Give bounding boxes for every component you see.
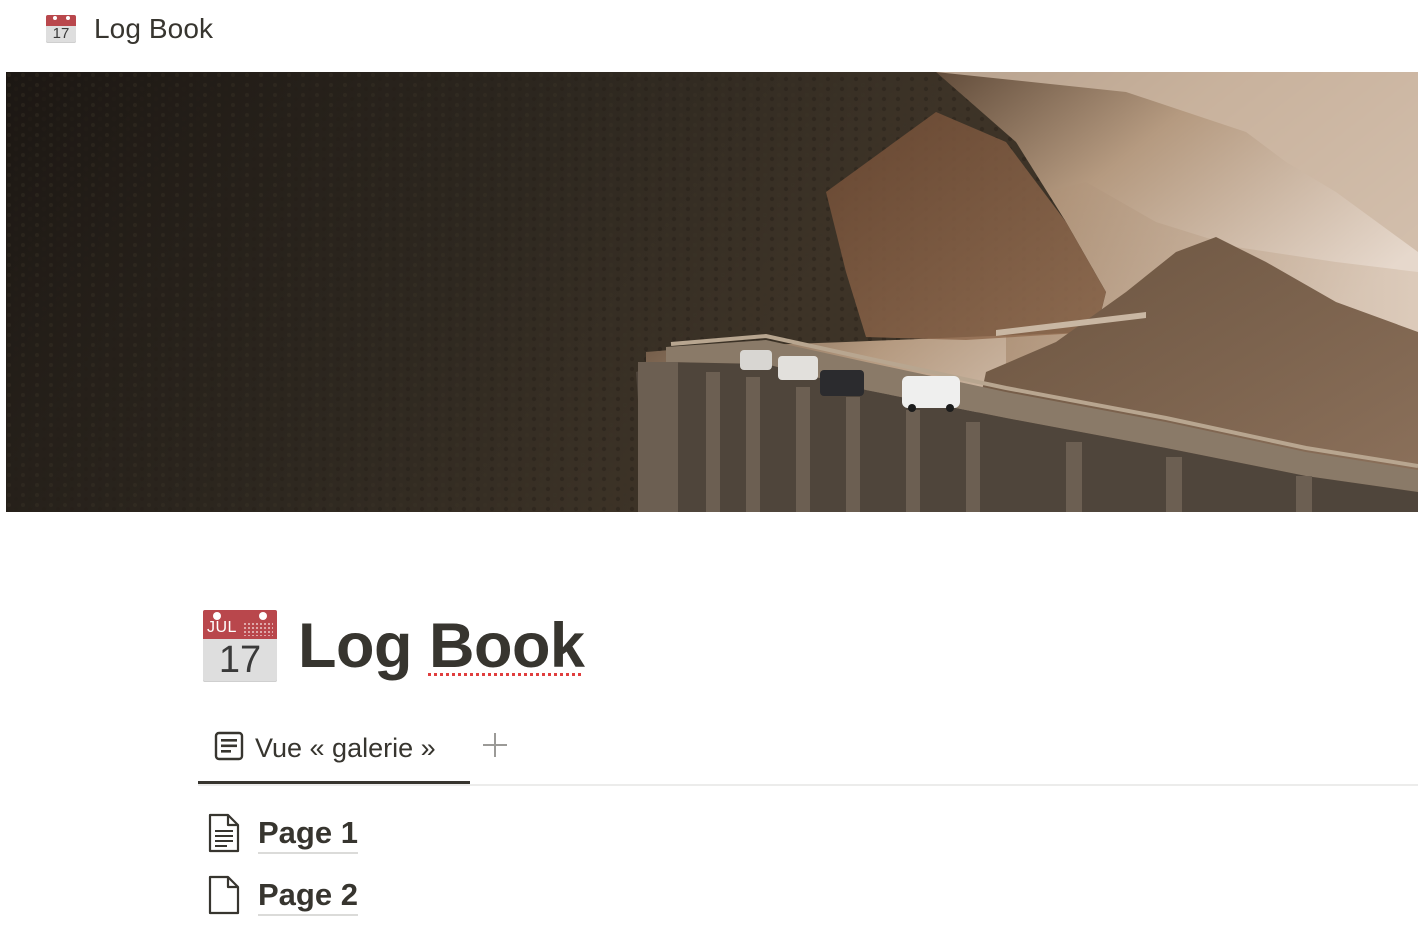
document-blank-icon — [207, 875, 241, 920]
calendar-icon[interactable]: JUL 17 — [203, 610, 277, 682]
page-title[interactable]: Log Book — [298, 610, 585, 682]
calendar-icon-day: 17 — [218, 639, 262, 681]
page-header: JUL 17 Log Book — [203, 610, 585, 682]
page-title-word-1: Log — [298, 611, 412, 681]
list-item[interactable]: Page 2 — [198, 867, 798, 929]
gallery-view-icon — [214, 731, 244, 766]
list-item-label[interactable]: Page 1 — [258, 815, 358, 854]
tab-label: Vue « galerie » — [255, 733, 436, 763]
calendar-icon-day: 17 — [52, 25, 70, 42]
top-bar: 17 Log Book — [0, 0, 1418, 58]
plus-icon — [483, 733, 507, 757]
tab-gallery-view[interactable]: Vue « galerie » — [198, 722, 470, 784]
list-item-label[interactable]: Page 2 — [258, 877, 358, 916]
calendar-icon-month: JUL — [207, 619, 237, 636]
breadcrumb-title[interactable]: Log Book — [94, 13, 213, 45]
document-text-icon — [207, 813, 241, 858]
page-list: Page 1 Page 2 — [198, 805, 798, 929]
calendar-icon: 17 — [46, 15, 76, 43]
cover-image[interactable] — [6, 72, 1418, 512]
list-item[interactable]: Page 1 — [198, 805, 798, 867]
page-title-word-2: Book — [428, 611, 585, 681]
add-view-button[interactable] — [480, 730, 510, 760]
notion-page: 17 Log Book JUL 17 Log Book Vue « galeri… — [0, 0, 1418, 934]
view-tabs: Vue « galerie » — [198, 722, 1418, 786]
breadcrumb[interactable]: 17 Log Book — [46, 12, 213, 46]
